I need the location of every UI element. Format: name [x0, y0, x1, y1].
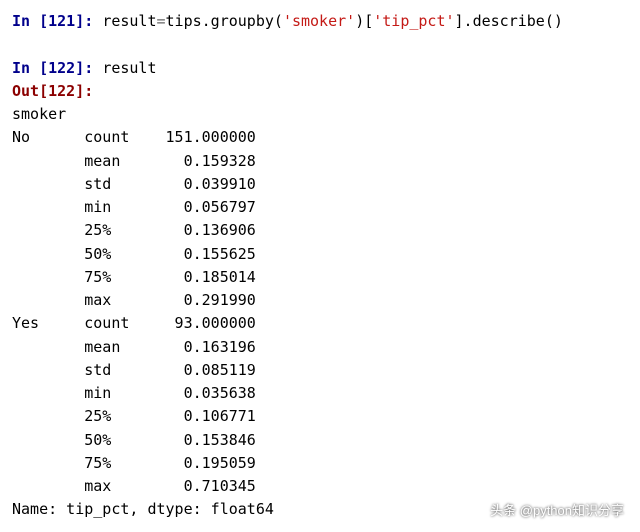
- input-cell-122: In [122]: result: [12, 57, 628, 80]
- code-mid: )[: [355, 12, 373, 30]
- out-prompt-close: ]:: [75, 82, 93, 100]
- code-string-smoker: 'smoker': [283, 12, 355, 30]
- output-row: Yes count 93.000000: [12, 312, 628, 335]
- output-prompt-122: Out[122]:: [12, 80, 628, 103]
- code-call1: tips.groupby(: [166, 12, 283, 30]
- output-row: 75% 0.195059: [12, 452, 628, 475]
- output-row: 25% 0.106771: [12, 405, 628, 428]
- in-prompt-label: In [: [12, 59, 48, 77]
- code-eq: =: [157, 12, 166, 30]
- output-row: 75% 0.185014: [12, 266, 628, 289]
- output-row: 25% 0.136906: [12, 219, 628, 242]
- watermark: 头条 @python知识分享: [490, 501, 624, 521]
- out-prompt-number: 122: [48, 82, 75, 100]
- output-row: max 0.710345: [12, 475, 628, 498]
- output-row: 50% 0.153846: [12, 429, 628, 452]
- output-row: min 0.056797: [12, 196, 628, 219]
- output-groups: No count 151.000000 mean 0.159328 std 0.…: [12, 126, 628, 498]
- output-row: min 0.035638: [12, 382, 628, 405]
- output-row: max 0.291990: [12, 289, 628, 312]
- out-prompt-label: Out[: [12, 82, 48, 100]
- input-cell-121: In [121]: result=tips.groupby('smoker')[…: [12, 10, 628, 33]
- output-row: std 0.039910: [12, 173, 628, 196]
- in-prompt-number: 122: [48, 59, 75, 77]
- in-prompt-close: ]:: [75, 59, 102, 77]
- output-row: mean 0.163196: [12, 336, 628, 359]
- code-string-tippct: 'tip_pct': [373, 12, 454, 30]
- in-prompt-close: ]:: [75, 12, 102, 30]
- code-var: result: [102, 12, 156, 30]
- output-row: std 0.085119: [12, 359, 628, 382]
- in-prompt-number: 121: [48, 12, 75, 30]
- output-row: 50% 0.155625: [12, 243, 628, 266]
- in-prompt-label: In [: [12, 12, 48, 30]
- code-expr: result: [102, 59, 156, 77]
- blank-line: [12, 33, 628, 56]
- output-row: mean 0.159328: [12, 150, 628, 173]
- output-row: No count 151.000000: [12, 126, 628, 149]
- code-tail: ].describe(): [455, 12, 563, 30]
- output-index-name: smoker: [12, 103, 628, 126]
